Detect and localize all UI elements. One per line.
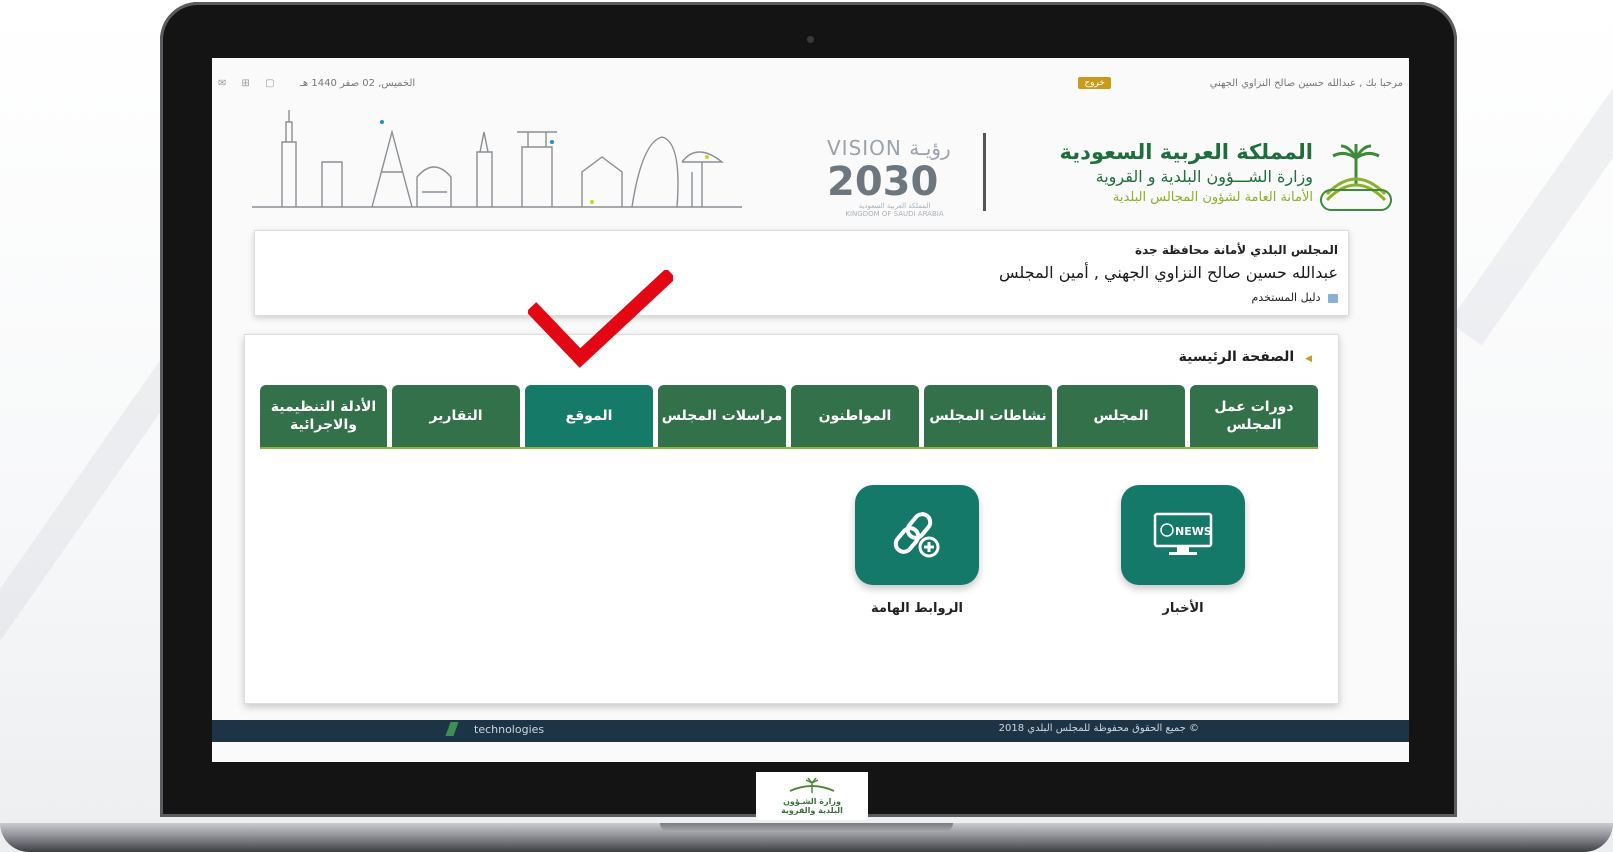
tab-site[interactable]: الموقع — [525, 385, 653, 447]
toolbar-icons[interactable]: ✉ ⊞ ▢ — [218, 78, 281, 89]
vision-sub-en: KINGDOM OF SAUDI ARABIA — [845, 210, 944, 218]
city-skyline-illustration — [252, 110, 742, 208]
screen: مرحبا بك , عبدالله حسين صالح النزاوي الج… — [212, 58, 1409, 762]
vision-2030-logo: VISION رؤيـة 2030 المملكة العربية السعود… — [827, 136, 962, 218]
important-links-tile[interactable] — [855, 485, 979, 585]
council-info-box: المجلس البلدي لأمانة محافظة جدة عبدالله … — [254, 230, 1349, 316]
main-panel: ◀ الصفحة الرئيسية دورات عمل المجلس المجل… — [244, 334, 1339, 704]
kingdom-title: المملكة العربية السعودية — [1059, 140, 1313, 164]
tab-council-activities[interactable]: نشاطات المجلس — [924, 385, 1052, 447]
tabs-underline — [260, 447, 1318, 449]
webcam — [807, 36, 814, 43]
tab-regulatory-guides[interactable]: الأدلة التنظيمية والاجرائية — [260, 385, 387, 447]
council-user: عبدالله حسين صالح النزاوي الجهني , أمين … — [999, 263, 1338, 282]
tab-reports[interactable]: التقارير — [392, 385, 520, 447]
tab-citizens[interactable]: المواطنون — [791, 385, 919, 447]
speaker-bullet-icon: ◀ — [1305, 354, 1312, 364]
footer: technologies © جميع الحقوق محفوظة للمجلس… — [212, 720, 1409, 742]
important-links-label[interactable]: الروابط الهامة — [847, 601, 987, 616]
main-tabs: دورات عمل المجلس المجلس نشاطات المجلس ال… — [260, 385, 1318, 447]
date-text: الخميس, 02 صفر 1440 هـ — [300, 78, 416, 89]
tab-council-correspondence[interactable]: مراسلات المجلس — [658, 385, 786, 447]
link-add-icon — [893, 512, 940, 558]
vision-title: VISION رؤيـة — [827, 136, 951, 160]
saudi-emblem-icon — [1320, 144, 1392, 211]
laptop-base-notch — [660, 823, 953, 832]
user-guide-label: دليل المستخدم — [1251, 291, 1321, 304]
header-divider — [983, 133, 986, 211]
checkmark-icon — [528, 270, 673, 368]
news-icon-text: NEWS — [1175, 525, 1212, 538]
chin-logo-line1: وزارة الشـؤون — [783, 797, 841, 806]
chin-logo-line2: البلدية والقروية — [781, 806, 843, 815]
user-guide-link[interactable]: دليل المستخدم — [1252, 291, 1338, 304]
top-bar: مرحبا بك , عبدالله حسين صالح النزاوي الج… — [212, 77, 1409, 92]
tab-council-sessions[interactable]: دورات عمل المجلس — [1190, 385, 1318, 447]
vision-year: 2030 — [827, 159, 939, 205]
council-name: المجلس البلدي لأمانة محافظة جدة — [1135, 243, 1338, 257]
news-label[interactable]: الأخبار — [1113, 601, 1253, 616]
home-label-text: الصفحة الرئيسية — [1178, 349, 1295, 365]
guide-icon — [1328, 293, 1338, 303]
secretariat-title: الأمانة العامة لشؤون المجالس البلدية — [1112, 190, 1313, 205]
background-streak — [1448, 0, 1613, 346]
logout-button[interactable]: خروج — [1078, 77, 1111, 89]
ministry-logo-chin: وزارة الشـؤون البلدية والقروية — [756, 772, 868, 820]
footer-tech-text: technologies — [474, 723, 545, 736]
news-monitor-icon: NEWS — [1153, 512, 1213, 555]
breadcrumb-home[interactable]: ◀ الصفحة الرئيسية — [1179, 349, 1312, 365]
greeting-text: مرحبا بك , عبدالله حسين صالح النزاوي الج… — [1209, 78, 1403, 89]
tech-logo-icon — [445, 722, 459, 736]
footer-copyright: © جميع الحقوق محفوظة للمجلس البلدي 2018 — [998, 723, 1199, 734]
palm-swords-emblem-icon — [789, 777, 835, 793]
ministry-title: وزارة الشـــؤون البلدية و القروية — [1095, 167, 1313, 186]
news-tile[interactable]: NEWS — [1121, 485, 1245, 585]
tab-council[interactable]: المجلس — [1057, 385, 1185, 447]
